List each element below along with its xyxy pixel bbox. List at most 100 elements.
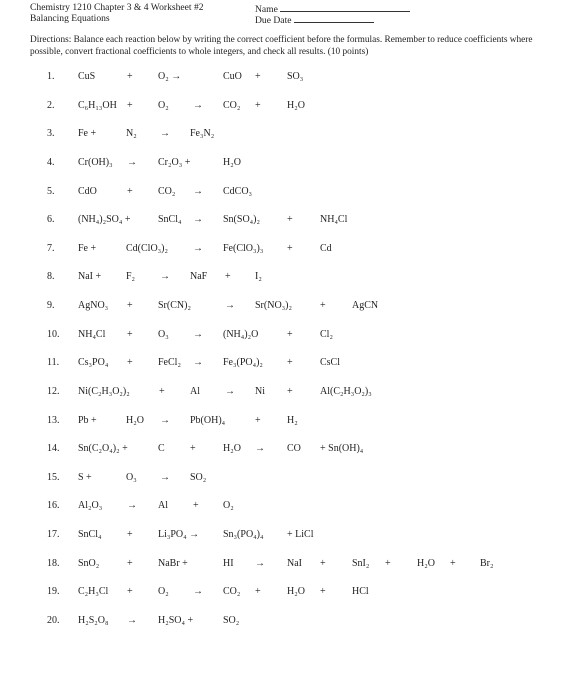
equation-number: 18. bbox=[47, 557, 60, 569]
plus-sign: + bbox=[255, 71, 261, 82]
chemical-formula: H₂O bbox=[223, 156, 241, 168]
chemical-formula: NH₄Cl bbox=[320, 214, 348, 226]
chemical-formula: Fe(ClO₃)₃ bbox=[223, 242, 264, 254]
chemical-formula: + LiCl bbox=[287, 529, 314, 541]
plus-sign: + bbox=[127, 300, 133, 312]
chemical-formula: O₂ bbox=[223, 500, 234, 512]
chemical-formula: O₃ bbox=[126, 471, 137, 483]
chemical-formula: + Sn(OH)₄ bbox=[320, 443, 364, 455]
chemical-formula: O₂ → bbox=[158, 71, 182, 82]
chemical-formula: H₂O bbox=[287, 586, 305, 598]
plus-sign: + bbox=[320, 586, 326, 598]
chemical-formula: FeCl₂ bbox=[158, 357, 181, 369]
chemical-formula: SO₂ bbox=[190, 471, 207, 483]
plus-sign: + bbox=[193, 500, 199, 512]
plus-sign: + bbox=[127, 185, 133, 197]
equation-number: 20. bbox=[47, 614, 60, 626]
chemical-formula: F₂ bbox=[126, 271, 136, 283]
reaction-arrow: → bbox=[127, 500, 137, 512]
plus-sign: + bbox=[287, 328, 293, 340]
reaction-arrow: → bbox=[193, 99, 203, 111]
plus-sign: + bbox=[127, 357, 133, 369]
reaction-arrow: → bbox=[160, 271, 170, 283]
chemical-formula: HCl bbox=[352, 586, 369, 598]
plus-sign: + bbox=[385, 557, 391, 569]
chemical-formula: Fe + bbox=[78, 242, 97, 254]
equation-number: 1. bbox=[47, 71, 55, 82]
equation-number: 7. bbox=[47, 242, 55, 254]
equation-number: 16. bbox=[47, 500, 60, 512]
chemical-formula: H₂O bbox=[126, 414, 144, 426]
equation-number: 14. bbox=[47, 443, 60, 455]
equation-number: 8. bbox=[47, 271, 55, 283]
plus-sign: + bbox=[320, 300, 326, 312]
plus-sign: + bbox=[287, 214, 293, 226]
plus-sign: + bbox=[255, 99, 261, 111]
chemical-formula: O₃ bbox=[158, 328, 169, 340]
chemical-formula: Ni bbox=[255, 385, 265, 397]
chemical-formula: H₂S₂O₈ bbox=[78, 614, 109, 626]
directions: Directions: Balance each reaction below … bbox=[30, 35, 533, 57]
chemical-formula: NaI bbox=[287, 557, 302, 569]
chemical-formula: AgNO₃ bbox=[78, 300, 109, 312]
equation-number: 10. bbox=[47, 328, 60, 340]
chemical-formula: O₂ bbox=[158, 586, 169, 598]
reaction-arrow: → bbox=[193, 586, 203, 598]
reaction-arrow: → bbox=[225, 300, 235, 312]
chemical-formula: Sr(CN)₂ bbox=[158, 300, 191, 312]
chemical-formula: Sn₃(PO₄)₄ bbox=[223, 529, 264, 541]
reaction-arrow: → bbox=[193, 185, 203, 197]
chemical-formula: N₂ bbox=[126, 128, 137, 140]
chemical-formula: Sn(SO₄)₂ bbox=[223, 214, 260, 226]
chemical-formula: Cd(ClO₃)₂ bbox=[126, 242, 168, 254]
chemical-formula: CO₂ bbox=[223, 99, 241, 111]
chemical-formula: Cl₂ bbox=[320, 328, 333, 340]
chemical-formula: CO bbox=[287, 443, 301, 455]
plus-sign: + bbox=[127, 529, 133, 541]
chemical-formula: Fe₃(PO₄)₂ bbox=[223, 357, 263, 369]
due-date-field[interactable]: Due Date bbox=[255, 13, 374, 27]
chemical-formula: H₂ bbox=[287, 414, 298, 426]
chemical-formula: Pb + bbox=[78, 414, 97, 426]
chemical-formula: CsCl bbox=[320, 357, 341, 369]
reaction-arrow: → bbox=[160, 414, 170, 426]
equation-number: 15. bbox=[47, 471, 60, 483]
reaction-arrow: → bbox=[193, 328, 203, 340]
chemical-formula: (NH₄)₂SO₄ + bbox=[78, 214, 131, 226]
plus-sign: + bbox=[127, 328, 133, 340]
reaction-arrow: → bbox=[255, 443, 265, 455]
reaction-arrow: → bbox=[160, 128, 170, 140]
chemical-formula: Cd bbox=[320, 242, 332, 254]
chemical-formula: NH₄Cl bbox=[78, 328, 106, 340]
plus-sign: + bbox=[127, 586, 133, 598]
chemical-formula: SnO₂ bbox=[78, 557, 100, 569]
equation-number: 6. bbox=[47, 214, 55, 226]
chemical-formula: CdO bbox=[78, 185, 97, 197]
reaction-arrow: → bbox=[193, 214, 203, 226]
plus-sign: + bbox=[127, 557, 133, 569]
chemical-formula: NaBr + bbox=[158, 557, 188, 569]
name-blank-line bbox=[279, 2, 410, 12]
chemical-formula: SnCl₄ bbox=[78, 529, 102, 541]
chemical-formula: Cs₃PO₄ bbox=[78, 357, 109, 369]
equation-number: 17. bbox=[47, 529, 60, 541]
chemical-formula: C₂H₃Cl bbox=[78, 586, 109, 598]
chemical-formula: Fe + bbox=[78, 128, 97, 140]
chemical-formula: CuO bbox=[223, 71, 242, 82]
reaction-arrow: → bbox=[127, 614, 137, 626]
chemical-formula: NaF bbox=[190, 271, 208, 283]
chemical-formula: Br₂ bbox=[480, 557, 494, 569]
plus-sign: + bbox=[320, 557, 326, 569]
reaction-arrow: → bbox=[255, 557, 265, 569]
chemical-formula: Cr₂O₃ + bbox=[158, 156, 191, 168]
chemical-formula: Al bbox=[190, 385, 200, 397]
worksheet-subtitle: Balancing Equations bbox=[30, 13, 110, 24]
reaction-arrow: → bbox=[193, 242, 203, 254]
due-date-label: Due Date bbox=[255, 15, 292, 26]
chemical-formula: Cr(OH)₃ bbox=[78, 156, 113, 168]
plus-sign: + bbox=[255, 586, 261, 598]
plus-sign: + bbox=[225, 271, 231, 283]
plus-sign: + bbox=[287, 242, 293, 254]
equation-number: 11. bbox=[47, 357, 60, 369]
equation-number: 12. bbox=[47, 385, 60, 397]
